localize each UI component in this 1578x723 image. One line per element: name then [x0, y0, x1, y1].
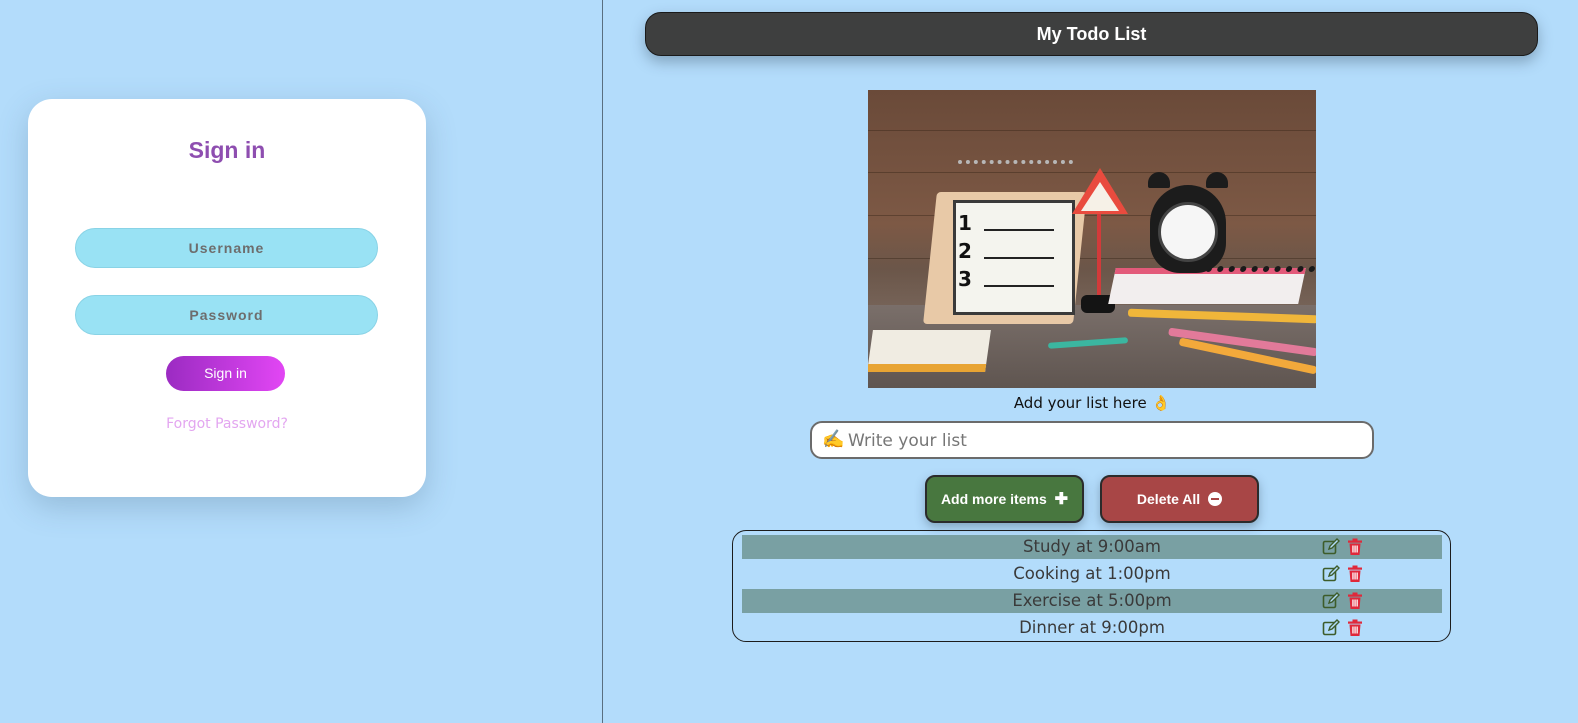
- delete-all-button[interactable]: Delete All: [1100, 475, 1259, 523]
- add-list-caption: Add your list here 👌: [1013, 394, 1171, 412]
- hero-image: 1 2 3: [868, 90, 1316, 388]
- minus-circle-icon: [1208, 492, 1223, 506]
- plus-icon: ✚: [1054, 491, 1069, 508]
- trash-icon[interactable]: [1346, 538, 1364, 556]
- todo-item-text: Study at 9:00am: [1023, 537, 1161, 556]
- todo-item-text: Cooking at 1:00pm: [1013, 564, 1171, 583]
- add-items-button[interactable]: Add more items ✚: [925, 475, 1084, 523]
- forgot-password-link[interactable]: Forgot Password?: [28, 416, 426, 432]
- todo-input-wrapper: ✍️: [810, 421, 1374, 459]
- todo-item: Cooking at 1:00pm: [742, 562, 1442, 586]
- signin-pane: Sign in Username Password Sign in Forgot…: [0, 0, 603, 723]
- trash-icon[interactable]: [1346, 619, 1364, 637]
- todo-item-actions: [1322, 619, 1362, 637]
- delete-all-label: Delete All: [1136, 491, 1201, 507]
- password-input[interactable]: Password: [75, 295, 378, 335]
- edit-icon[interactable]: [1322, 619, 1340, 637]
- todo-item-actions: [1322, 538, 1362, 556]
- todo-item: Study at 9:00am: [742, 535, 1442, 559]
- todo-input[interactable]: [848, 427, 1348, 455]
- signin-button[interactable]: Sign in: [166, 356, 285, 391]
- todo-item-text: Exercise at 5:00pm: [1012, 591, 1172, 610]
- page-title: My Todo List: [645, 12, 1538, 56]
- edit-icon[interactable]: [1322, 565, 1340, 583]
- username-input[interactable]: Username: [75, 228, 378, 268]
- add-items-label: Add more items: [940, 491, 1047, 507]
- todo-item-actions: [1322, 592, 1362, 610]
- signin-card: Sign in Username Password Sign in Forgot…: [28, 99, 426, 497]
- pane-divider: [602, 0, 603, 723]
- todo-item-actions: [1322, 565, 1362, 583]
- edit-icon[interactable]: [1322, 538, 1340, 556]
- todo-list: Study at 9:00am Cooking at 1:00pm Exercise…: [732, 530, 1451, 642]
- writing-hand-icon: ✍️: [822, 429, 845, 450]
- trash-icon[interactable]: [1346, 592, 1364, 610]
- signin-title: Sign in: [188, 137, 266, 163]
- edit-icon[interactable]: [1322, 592, 1340, 610]
- todo-item-text: Dinner at 9:00pm: [1019, 618, 1165, 637]
- trash-icon[interactable]: [1346, 565, 1364, 583]
- todo-item: Exercise at 5:00pm: [742, 589, 1442, 613]
- todo-item: Dinner at 9:00pm: [742, 616, 1442, 640]
